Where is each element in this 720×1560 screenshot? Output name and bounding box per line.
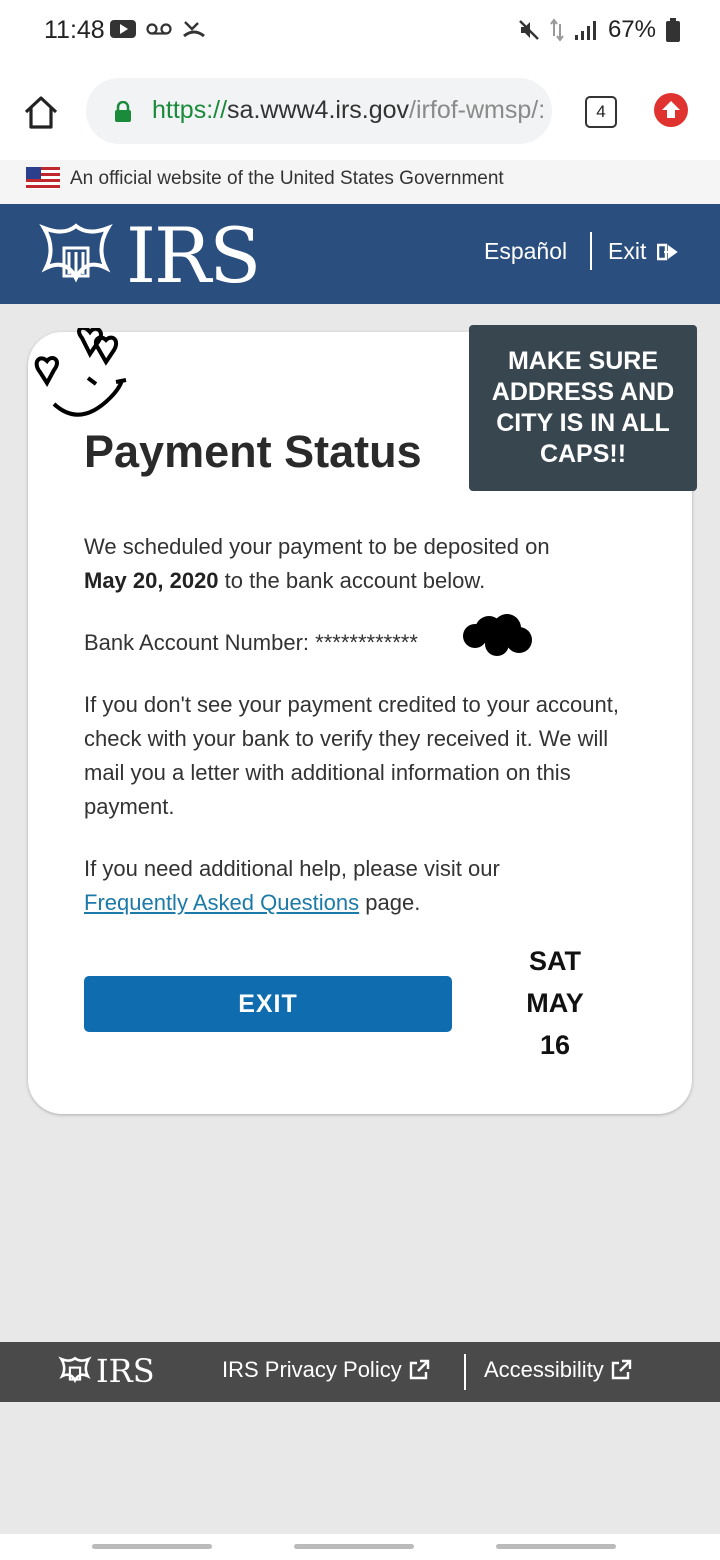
missed-call-icon: [183, 21, 205, 38]
irs-eagle-icon: [39, 223, 113, 283]
mute-icon: [519, 20, 539, 40]
handwritten-date-note: SAT MAY 16: [526, 946, 584, 1060]
system-nav-bar: [0, 1534, 720, 1560]
espanol-link[interactable]: Español: [484, 238, 567, 265]
signal-icon: [574, 21, 596, 40]
help-text: If you need additional help, please visi…: [84, 856, 500, 915]
official-banner: An official website of the United States…: [0, 160, 720, 204]
battery-icon: [666, 18, 680, 42]
irs-wordmark: IRS: [126, 211, 261, 300]
hearts-smiley-doodle: [34, 328, 127, 417]
footer-irs-logo[interactable]: IRS: [58, 1352, 155, 1390]
site-header: IRS Español Exit: [0, 204, 720, 304]
bank-account-line: Bank Account Number: ************: [84, 630, 418, 655]
redaction-scribble: [463, 614, 532, 656]
url-bar[interactable]: https://sa.www4.irs.gov/irfof-wmsp/:: [86, 78, 552, 144]
data-transfer-icon: [550, 18, 564, 42]
bank-account-masked: ************: [315, 630, 418, 655]
footer-divider: [464, 1354, 466, 1390]
faq-link[interactable]: Frequently Asked Questions: [84, 890, 359, 915]
update-icon[interactable]: [654, 93, 688, 127]
nav-back[interactable]: [496, 1544, 616, 1549]
official-banner-text: An official website of the United States…: [70, 168, 504, 189]
status-right: 67%: [518, 16, 680, 44]
us-flag-icon: [26, 167, 60, 189]
url-text: https://sa.www4.irs.gov/irfof-wmsp/:: [152, 96, 546, 124]
external-link-icon: [409, 1359, 429, 1380]
status-time: 11:48: [44, 16, 105, 44]
youtube-icon: [110, 20, 136, 38]
caps-reminder-note: MAKE SURE ADDRESS AND CITY IS IN ALL CAP…: [469, 325, 697, 491]
home-icon[interactable]: [22, 94, 60, 130]
external-link-icon: [611, 1359, 632, 1380]
browser-toolbar: https://sa.www4.irs.gov/irfof-wmsp/: 4: [0, 66, 720, 160]
header-divider: [590, 232, 592, 270]
exit-button[interactable]: EXIT: [84, 976, 452, 1032]
status-bar: 11:48 67%: [0, 0, 720, 66]
nav-home[interactable]: [294, 1544, 414, 1549]
payment-info-text: If you don't see your payment credited t…: [84, 692, 619, 819]
deposit-date: May 20, 2020: [84, 568, 219, 593]
nav-recents[interactable]: [92, 1544, 212, 1549]
voicemail-icon: [146, 23, 172, 35]
battery-percent: 67%: [607, 16, 656, 43]
header-exit-link[interactable]: Exit: [608, 238, 679, 265]
accessibility-link[interactable]: Accessibility: [484, 1357, 632, 1383]
page-title: Payment Status: [84, 426, 422, 477]
irs-logo[interactable]: IRS: [36, 211, 261, 300]
lock-icon: [115, 101, 131, 122]
footer-eagle-icon: [58, 1356, 92, 1384]
tab-switcher-button[interactable]: 4: [585, 96, 617, 128]
payment-schedule-text: We scheduled your payment to be deposite…: [84, 534, 550, 593]
privacy-policy-link[interactable]: IRS Privacy Policy: [222, 1357, 430, 1383]
site-footer: IRS IRS Privacy Policy Accessibility: [0, 1342, 720, 1402]
exit-arrow-icon: [656, 243, 678, 261]
notification-icons: [110, 18, 206, 40]
